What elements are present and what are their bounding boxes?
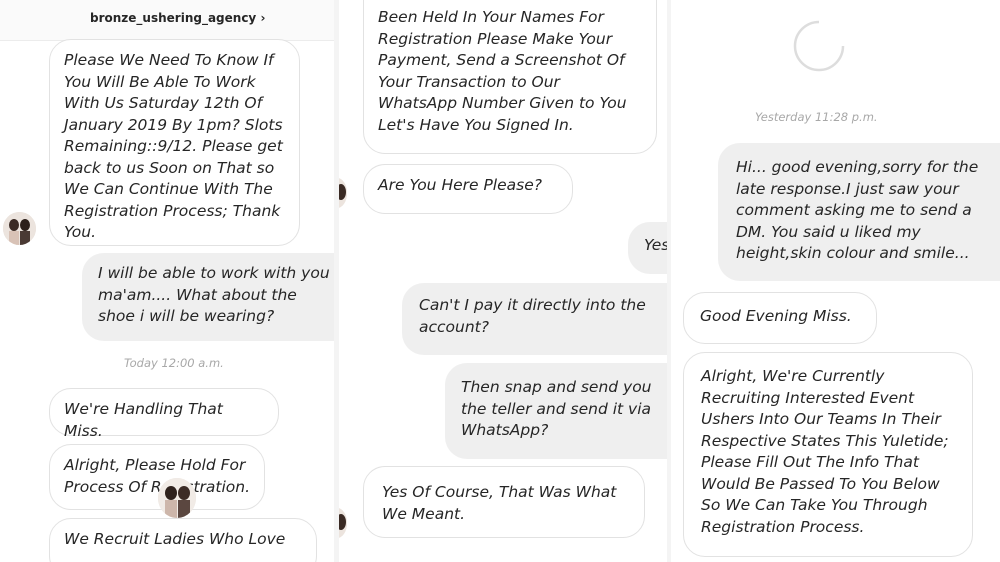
- incoming-message[interactable]: Been Held In Your Names For Registration…: [363, 0, 657, 154]
- chat-username-link[interactable]: bronze_ushering_agency ›: [90, 11, 265, 25]
- sender-avatar[interactable]: [339, 508, 347, 538]
- chat-panel-2: Been Held In Your Names For Registration…: [339, 0, 667, 562]
- incoming-message[interactable]: We Recruit Ladies Who Love: [49, 518, 317, 562]
- loading-spinner-icon: [793, 20, 845, 72]
- message-timestamp: Yesterday 11:28 p.m.: [755, 110, 878, 124]
- chevron-right-icon: ›: [260, 11, 266, 25]
- message-timestamp: Today 12:00 a.m.: [124, 356, 224, 370]
- incoming-message[interactable]: Yes Of Course, That Was What We Meant.: [363, 466, 645, 538]
- seen-avatar: [158, 478, 196, 518]
- chat-username: bronze_ushering_agency: [90, 11, 257, 25]
- outgoing-message[interactable]: Can't I pay it directly into the account…: [402, 283, 667, 355]
- outgoing-message[interactable]: I will be able to work with you ma'am...…: [82, 253, 334, 341]
- chat-panel-3: Yesterday 11:28 p.m. Hi... good evening,…: [671, 0, 1000, 562]
- incoming-message[interactable]: Please We Need To Know If You Will Be Ab…: [49, 39, 300, 246]
- outgoing-message[interactable]: Yes: [628, 222, 667, 274]
- outgoing-message[interactable]: Hi... good evening,sorry for the late re…: [718, 143, 1000, 281]
- chat-header: bronze_ushering_agency ›: [0, 0, 334, 41]
- incoming-message[interactable]: Alright, We're Currently Recruiting Inte…: [683, 352, 973, 557]
- incoming-message[interactable]: We're Handling That Miss.: [49, 388, 279, 440]
- incoming-message[interactable]: Good Evening Miss.: [683, 292, 877, 344]
- incoming-message[interactable]: Alright, Please Hold For Process Of Regi…: [49, 444, 265, 510]
- sender-avatar[interactable]: [339, 178, 347, 208]
- outgoing-message[interactable]: Then snap and send you the teller and se…: [445, 363, 667, 459]
- incoming-message[interactable]: Are You Here Please?: [363, 164, 573, 214]
- chat-panel-1: bronze_ushering_agency › Please We Need …: [0, 0, 334, 562]
- sender-avatar[interactable]: [3, 212, 36, 245]
